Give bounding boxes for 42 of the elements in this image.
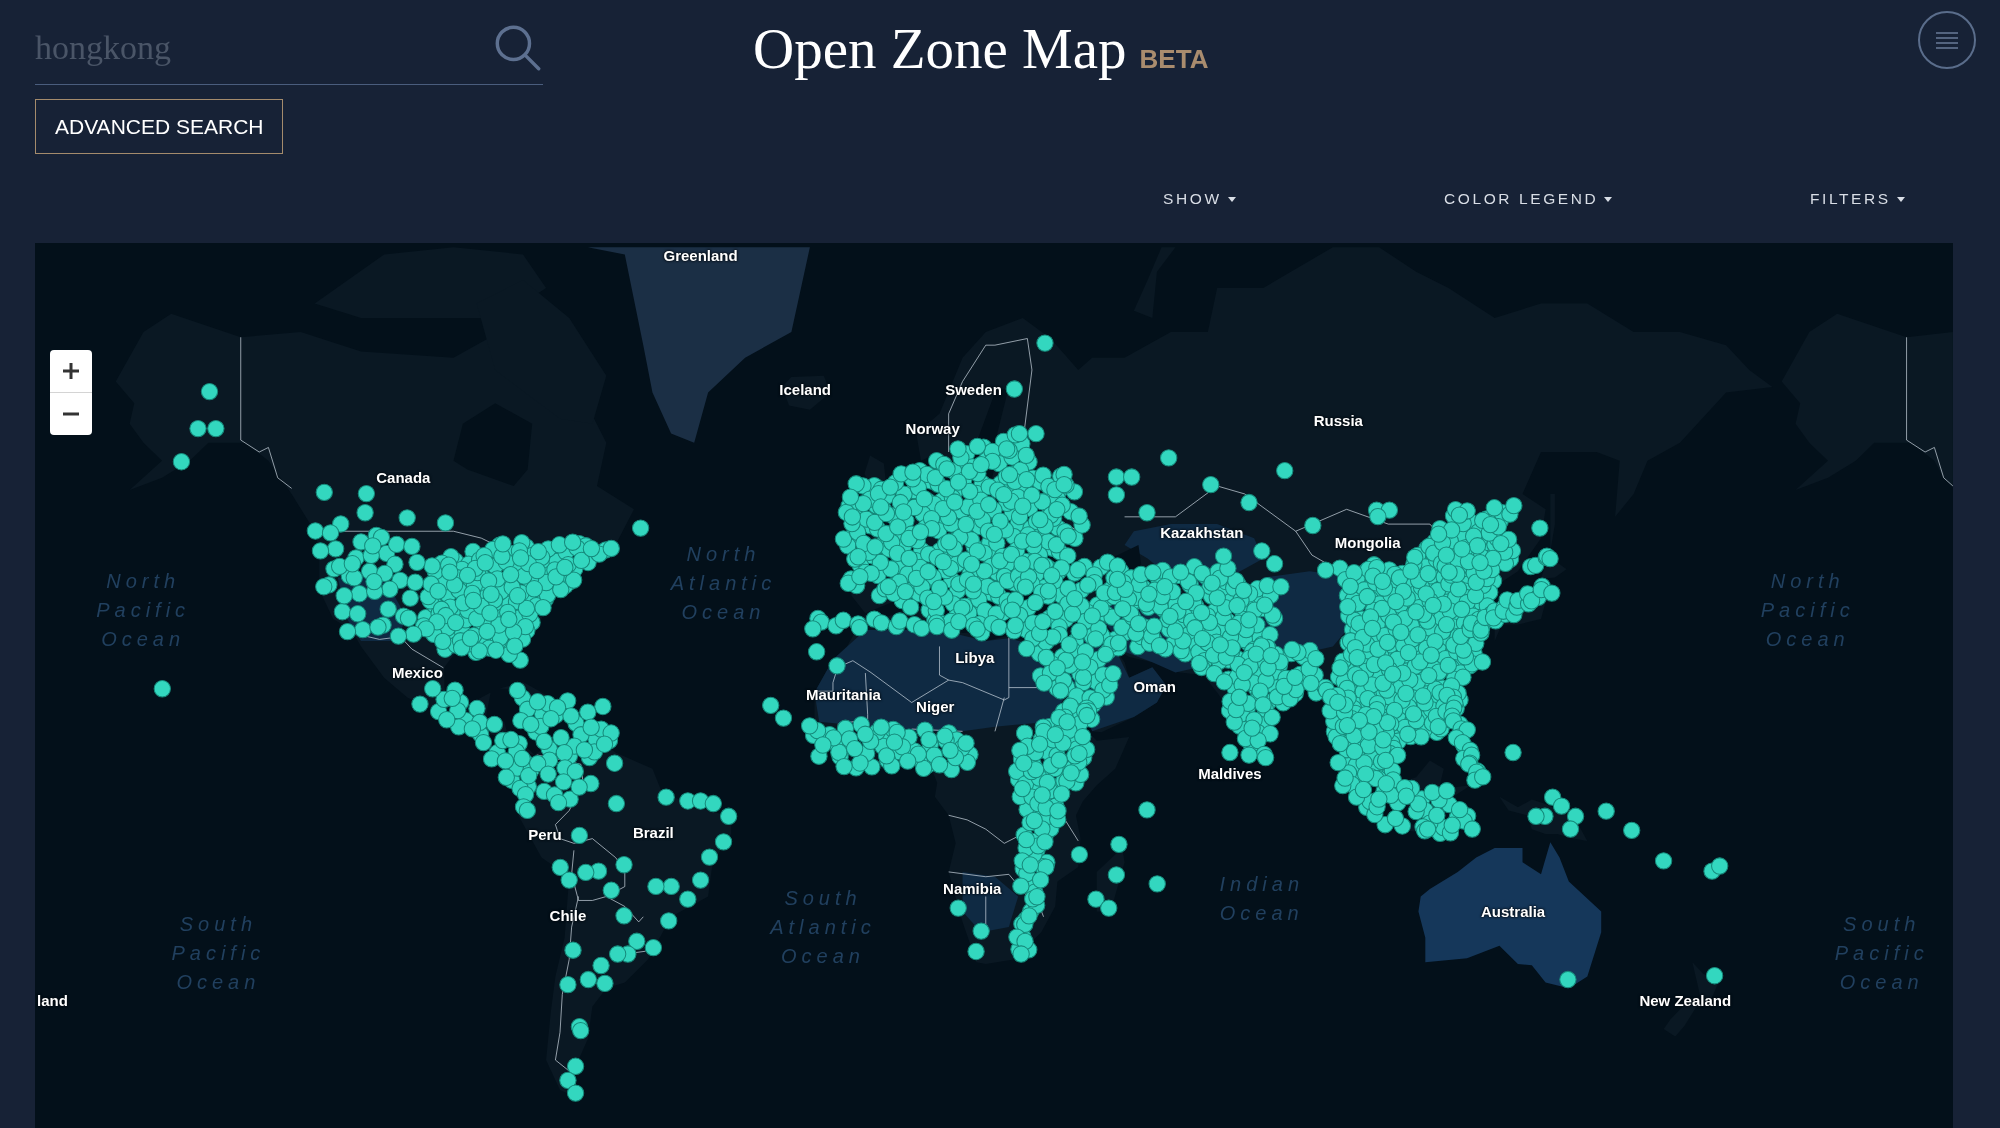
place-label: Mauritania	[805, 686, 881, 705]
dropdown-button[interactable]: COLOR LEGEND	[1444, 188, 1613, 210]
menu-button[interactable]	[1918, 11, 1976, 69]
ocean-label: North Pacific Ocean	[96, 568, 191, 652]
place-label: Kazakhstan	[1160, 524, 1244, 543]
ocean-label: North Pacific Ocean	[1760, 568, 1855, 652]
place-label: Niger	[916, 697, 955, 716]
place-label: Sweden	[945, 381, 1002, 400]
place-label: Greenland	[663, 247, 738, 266]
menu-icon	[1936, 31, 1958, 49]
place-label: Peru	[528, 826, 562, 845]
search-icon[interactable]	[495, 25, 541, 71]
place-label: Libya	[955, 649, 995, 668]
place-label: Chile	[549, 906, 587, 925]
dropdown-button[interactable]: FILTERS	[1810, 188, 1905, 210]
place-label: Canada	[376, 469, 431, 488]
caret-icon	[1227, 196, 1236, 202]
ocean-label: South Atlantic Ocean	[770, 885, 876, 969]
place-label: Maldives	[1198, 765, 1262, 784]
beta-label: BETA	[1139, 46, 1209, 72]
caret-icon	[1896, 196, 1905, 202]
dropdown-button[interactable]: SHOW	[1163, 188, 1236, 210]
ocean-label: Indian Ocean	[1219, 872, 1305, 927]
place-label: Russia	[1313, 411, 1363, 430]
zoom-out-button[interactable]	[50, 392, 92, 435]
place-label: Iceland	[779, 381, 831, 400]
zoom-in-button[interactable]	[50, 350, 92, 392]
ocean-label: South Pacific Ocean	[171, 911, 266, 995]
place-label: Oman	[1133, 678, 1176, 697]
place-label: Norway	[905, 419, 960, 438]
ocean-label: South Pacific Ocean	[1834, 911, 1929, 995]
place-label: Namibia	[943, 880, 1002, 898]
plus-icon	[63, 363, 79, 379]
ocean-label: North Atlantic Ocean	[670, 541, 777, 625]
place-label: Mongolia	[1334, 534, 1401, 553]
place-label: Brazil	[632, 823, 674, 842]
place-label: land	[37, 992, 68, 1011]
place-label: New Zealand	[1639, 992, 1732, 1011]
place-label: Australia	[1480, 902, 1546, 921]
caret-icon	[1604, 196, 1613, 202]
place-label: Mexico	[391, 664, 443, 683]
advanced-search-button[interactable]: ADVANCED SEARCH	[35, 99, 284, 154]
